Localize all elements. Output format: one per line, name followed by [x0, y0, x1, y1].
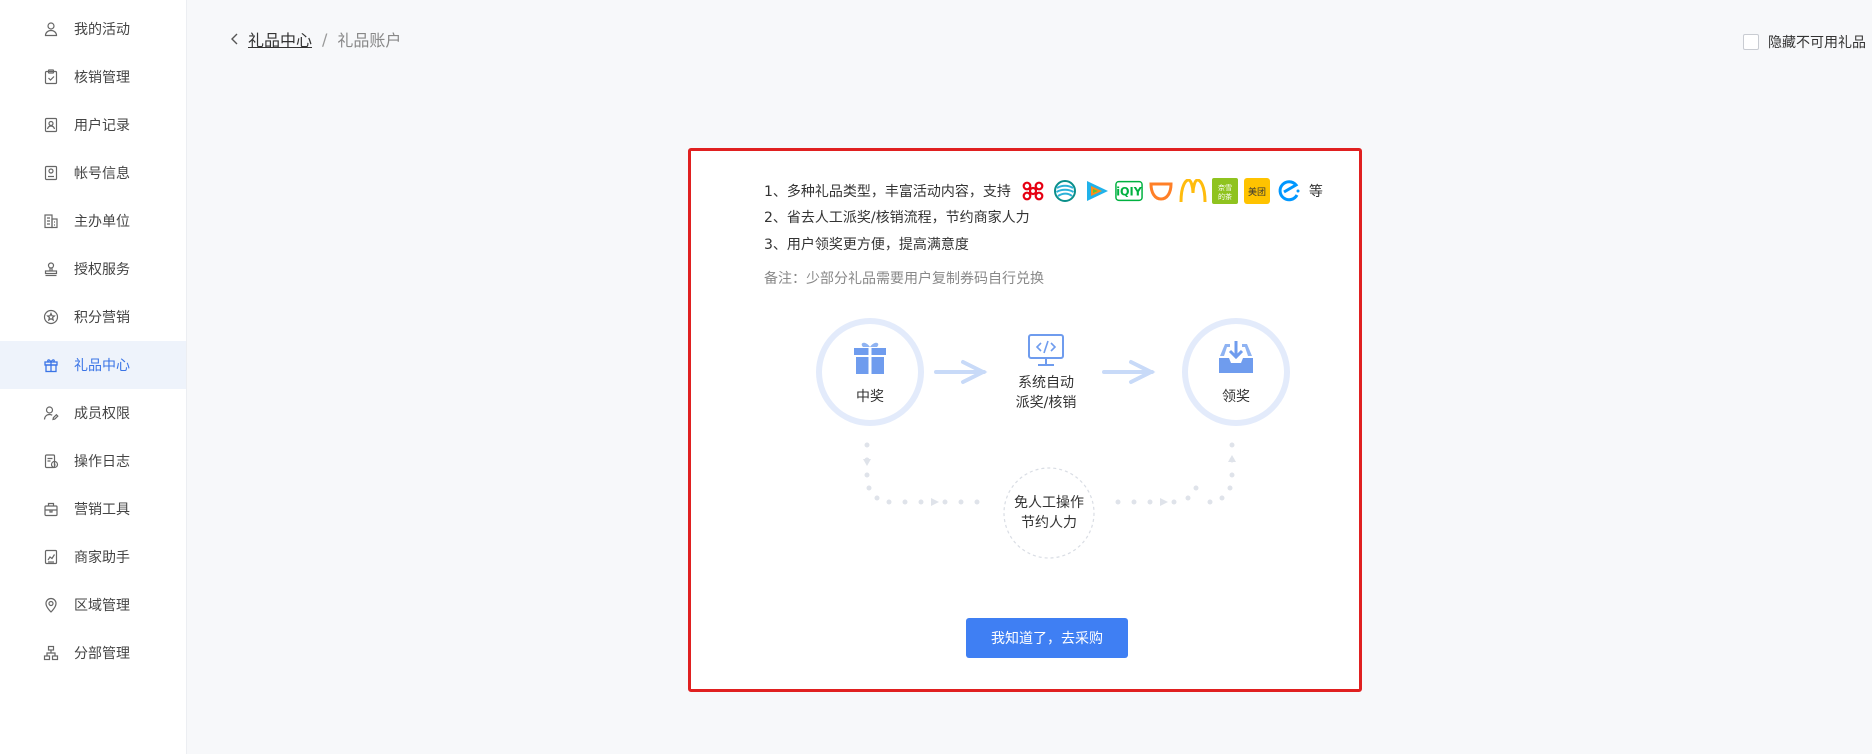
toolbox-icon [42, 500, 60, 518]
gift-icon [42, 356, 60, 374]
chart-doc-icon [42, 548, 60, 566]
contact-card-icon [42, 116, 60, 134]
flow-step-win-label: 中奖 [856, 389, 884, 405]
sidebar-item-points-marketing[interactable]: 积分营销 [0, 293, 186, 341]
stamp-icon [42, 260, 60, 278]
flow-step-system-line-1: 系统自动 [1018, 375, 1074, 391]
breadcrumb-current: 礼品账户 [337, 31, 402, 50]
sidebar-item-label: 用户记录 [74, 118, 130, 134]
sidebar-item-label: 营销工具 [74, 502, 130, 518]
breadcrumb-separator: / [322, 29, 328, 49]
sidebar-item-label: 操作日志 [74, 454, 130, 470]
chevron-left-icon[interactable] [230, 33, 240, 45]
code-monitor-icon [996, 333, 1096, 369]
download-tray-icon [1216, 338, 1256, 380]
sidebar-item-label: 分部管理 [74, 646, 130, 662]
user-edit-icon [42, 404, 60, 422]
sidebar-item-merchant-assistant[interactable]: 商家助手 [0, 533, 186, 581]
sidebar-item-label: 商家助手 [74, 550, 130, 566]
sidebar: 我的活动 核销管理 用户记录 帐号信息 主办单位 授权服务 积分营销 礼品中心 … [0, 0, 187, 754]
sidebar-item-label: 成员权限 [74, 406, 130, 422]
id-card-icon [42, 164, 60, 182]
flow-step-system: 系统自动 派奖/核销 [996, 333, 1096, 413]
flow-saving-line-2: 节约人力 [1021, 515, 1077, 531]
sidebar-item-label: 核销管理 [74, 70, 130, 86]
flow-step-claim: 领奖 [1182, 318, 1290, 426]
sidebar-item-operation-log[interactable]: 操作日志 [0, 437, 186, 485]
flow-step-win: 中奖 [816, 318, 924, 426]
sidebar-item-label: 我的活动 [74, 22, 130, 38]
sidebar-item-account-info[interactable]: 帐号信息 [0, 149, 186, 197]
sidebar-item-label: 帐号信息 [74, 166, 130, 182]
sidebar-item-branch-management[interactable]: 分部管理 [0, 629, 186, 677]
sidebar-item-authorization[interactable]: 授权服务 [0, 245, 186, 293]
user-icon [42, 20, 60, 38]
log-icon [42, 452, 60, 470]
sidebar-item-label: 授权服务 [74, 262, 130, 278]
sidebar-item-gift-center[interactable]: 礼品中心 [0, 341, 186, 389]
sidebar-item-marketing-tools[interactable]: 营销工具 [0, 485, 186, 533]
clipboard-check-icon [42, 68, 60, 86]
sidebar-item-user-records[interactable]: 用户记录 [0, 101, 186, 149]
building-icon [42, 212, 60, 230]
sidebar-item-member-permissions[interactable]: 成员权限 [0, 389, 186, 437]
breadcrumb: 礼品中心 / 礼品账户 [230, 27, 401, 51]
hide-unavailable-toggle[interactable]: 隐藏不可用礼品 [1743, 32, 1866, 52]
star-badge-icon [42, 308, 60, 326]
location-pin-icon [42, 596, 60, 614]
arrow-right-2 [1102, 360, 1156, 384]
arrow-right-1 [934, 360, 988, 384]
flow-step-claim-label: 领奖 [1222, 389, 1250, 405]
sidebar-item-label: 区域管理 [74, 598, 130, 614]
flow-step-system-line-2: 派奖/核销 [1015, 395, 1077, 411]
sidebar-item-label: 积分营销 [74, 310, 130, 326]
gift-box-icon [851, 338, 889, 380]
sidebar-item-region-management[interactable]: 区域管理 [0, 581, 186, 629]
hide-unavailable-label: 隐藏不可用礼品 [1768, 35, 1866, 51]
breadcrumb-parent-link[interactable]: 礼品中心 [248, 27, 312, 51]
sidebar-item-label: 礼品中心 [74, 358, 130, 374]
go-purchase-button[interactable]: 我知道了，去采购 [966, 618, 1128, 658]
flow-saving-label: 免人工操作 节约人力 [999, 493, 1099, 533]
sidebar-item-my-activities[interactable]: 我的活动 [0, 5, 186, 53]
sidebar-item-organizer[interactable]: 主办单位 [0, 197, 186, 245]
org-chart-icon [42, 644, 60, 662]
sidebar-item-verification[interactable]: 核销管理 [0, 53, 186, 101]
flow-saving-line-1: 免人工操作 [1014, 495, 1084, 511]
sidebar-item-label: 主办单位 [74, 214, 130, 230]
gift-account-intro-card: 1、多种礼品类型，丰富活动内容，支持 iQIY 奈雪 的茶 美团 等 2、省去人… [688, 148, 1362, 692]
hide-unavailable-checkbox[interactable] [1743, 34, 1759, 50]
